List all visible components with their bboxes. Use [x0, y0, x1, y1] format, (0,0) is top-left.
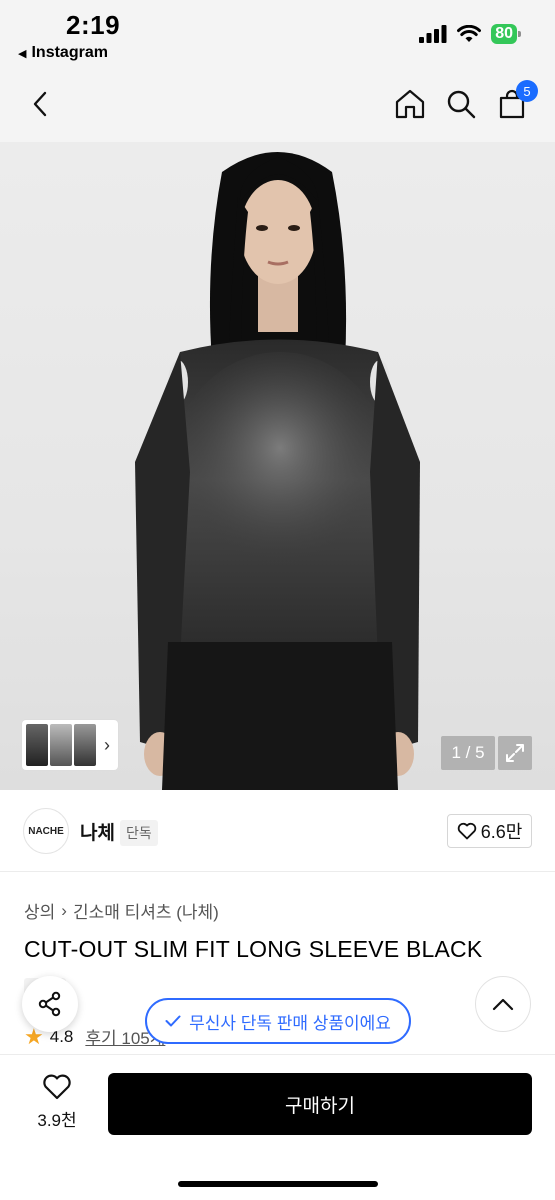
thumbnail[interactable]	[74, 724, 96, 766]
status-time: 2:19	[66, 10, 121, 40]
chevron-left-icon	[33, 91, 47, 117]
heart-icon	[457, 822, 476, 840]
brand-like-count: 6.6만	[480, 822, 523, 842]
share-icon	[38, 991, 61, 1017]
expand-image-button[interactable]	[498, 736, 532, 770]
product-image-gallery[interactable]: › 1 / 5	[0, 142, 555, 790]
chevron-up-icon	[492, 998, 514, 1011]
back-app-label: Instagram	[31, 44, 108, 61]
heart-icon	[43, 1074, 71, 1100]
scroll-to-top-button[interactable]	[475, 976, 531, 1032]
wishlist-button[interactable]: 3.9천	[28, 1073, 86, 1133]
thumbnail[interactable]	[50, 724, 72, 766]
wifi-icon	[457, 25, 482, 42]
brand-name[interactable]: 나체	[80, 818, 115, 845]
cart-button[interactable]: 5	[492, 80, 538, 124]
thumbnail-strip[interactable]: ›	[22, 720, 118, 770]
bottom-action-bar: 3.9천 구매하기	[0, 1054, 555, 1200]
brand-like-button[interactable]: 6.6만	[447, 814, 532, 848]
share-button[interactable]	[22, 976, 78, 1032]
home-indicator	[178, 1181, 378, 1187]
battery-indicator: 80	[491, 24, 521, 44]
wishlist-count: 3.9천	[37, 1111, 77, 1130]
home-icon	[395, 89, 425, 119]
breadcrumb-item[interactable]: 상의	[24, 898, 55, 923]
status-icons: 80	[419, 24, 521, 44]
search-icon	[447, 90, 476, 119]
breadcrumb: 상의 › 긴소매 티셔츠 (나체)	[24, 898, 219, 923]
back-button[interactable]	[20, 84, 60, 124]
brand-exclusive-tag: 단독	[120, 820, 158, 846]
home-button[interactable]	[390, 84, 430, 124]
app-header: 5	[0, 70, 555, 142]
signal-icon	[419, 25, 447, 43]
check-icon	[165, 1015, 181, 1027]
brand-logo[interactable]: NACHE	[23, 808, 69, 854]
cart-count-badge: 5	[516, 80, 538, 102]
product-photo	[135, 152, 420, 790]
image-page-counter: 1 / 5	[441, 736, 495, 770]
buy-button[interactable]: 구매하기	[108, 1073, 532, 1135]
chevron-right-icon[interactable]: ›	[104, 735, 110, 756]
thumbnail[interactable]	[26, 724, 48, 766]
back-triangle-icon: ◀	[18, 47, 27, 60]
brand-row: NACHE 나체 단독 6.6만	[0, 790, 555, 872]
product-title: CUT-OUT SLIM FIT LONG SLEEVE BLACK	[24, 936, 483, 962]
expand-icon	[506, 744, 524, 762]
breadcrumb-item[interactable]: 긴소매 티셔츠 (나체)	[73, 898, 219, 923]
back-to-app-link[interactable]: ◀ Instagram	[18, 44, 108, 62]
status-bar: 2:19 ◀ Instagram 80	[0, 0, 555, 70]
toast-text: 무신사 단독 판매 상품이에요	[189, 1013, 391, 1033]
chevron-right-icon: ›	[61, 900, 67, 920]
search-button[interactable]	[441, 84, 481, 124]
exclusive-sale-toast: 무신사 단독 판매 상품이에요	[145, 998, 411, 1044]
